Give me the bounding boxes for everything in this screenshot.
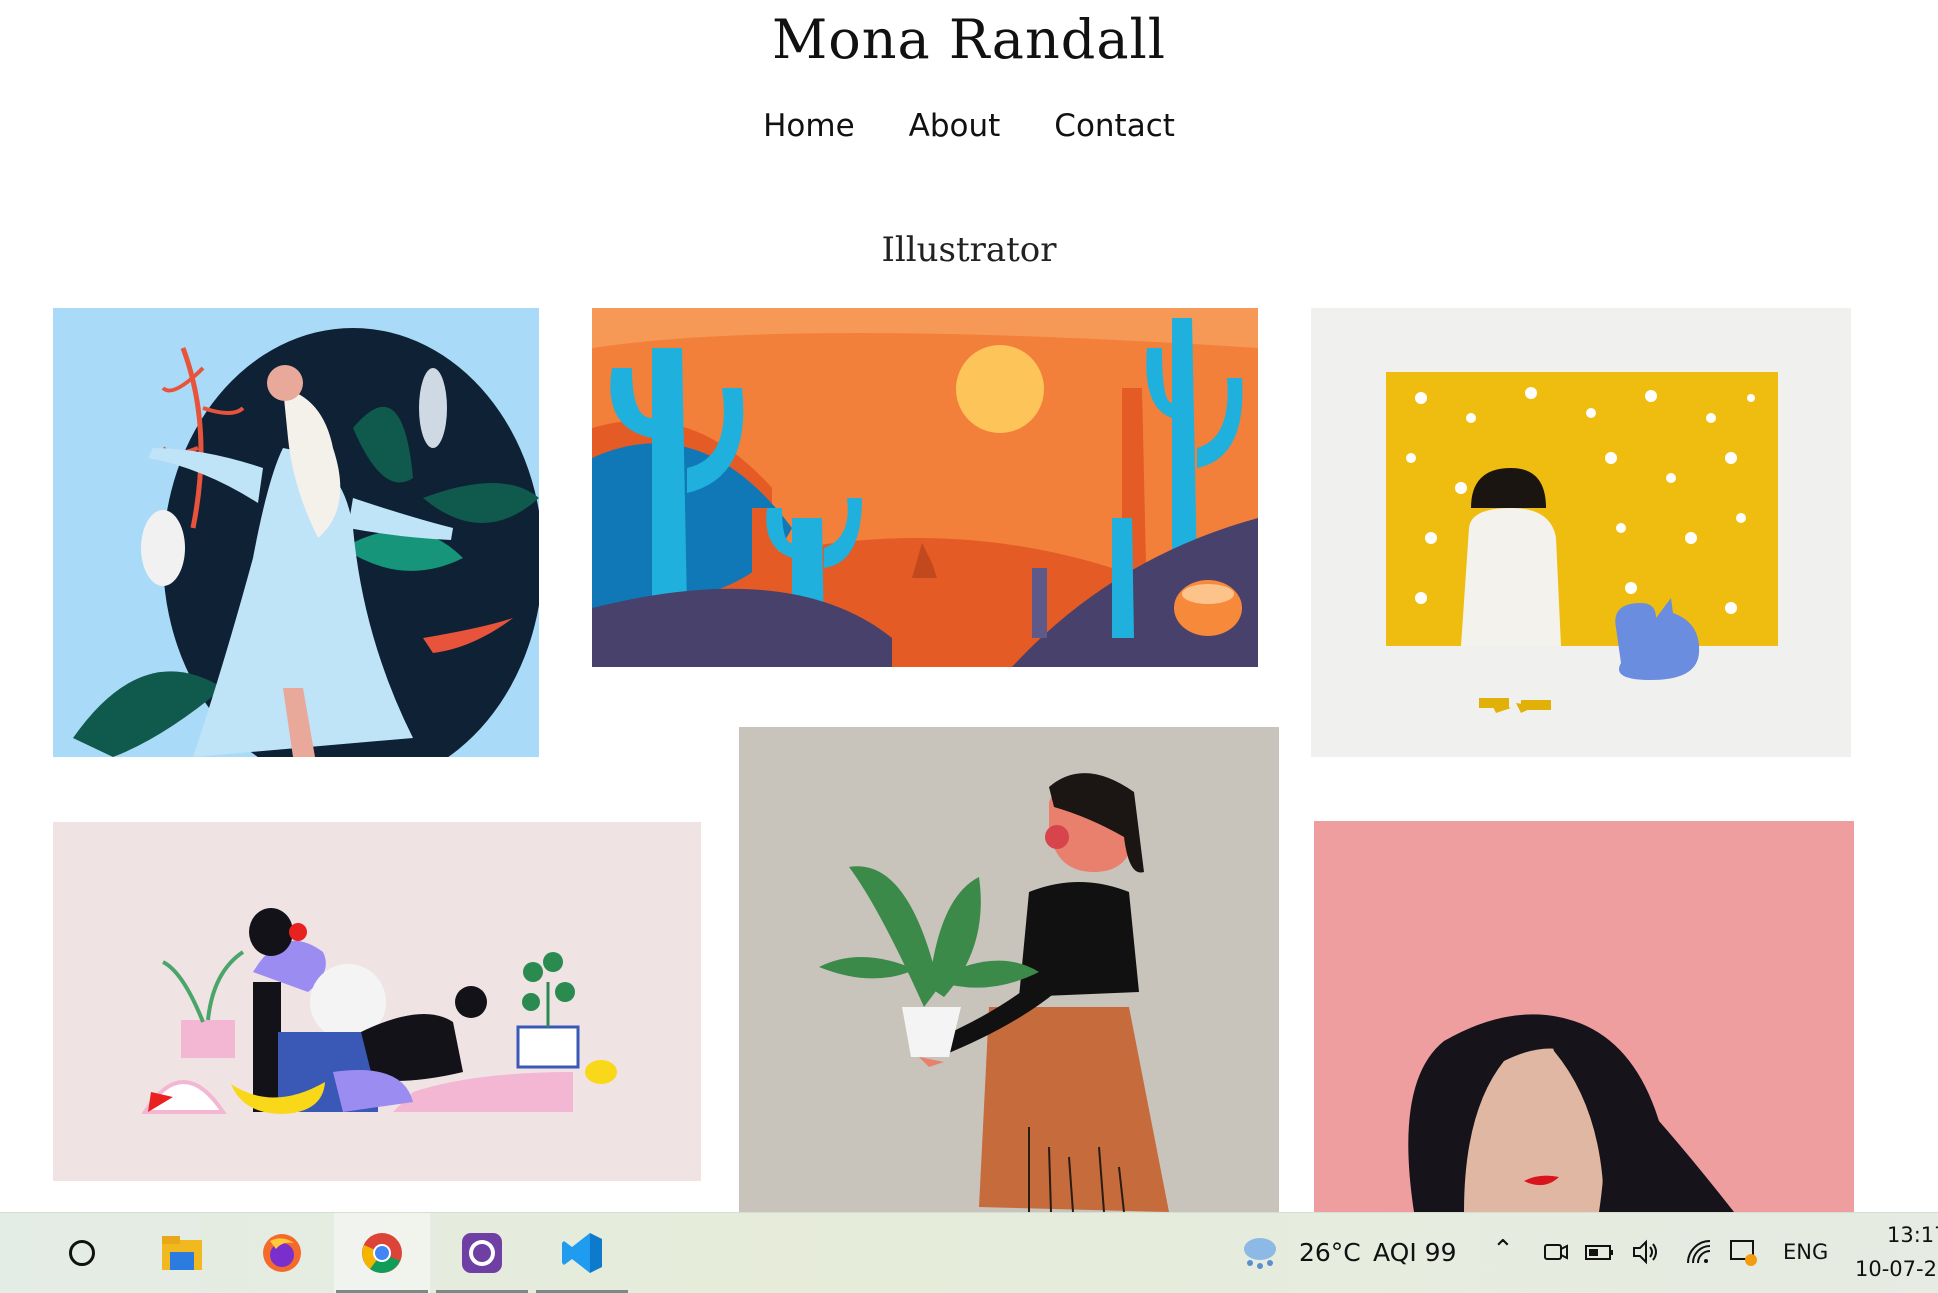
woman-portrait-pink-illustration[interactable] xyxy=(1314,821,1854,1212)
firefox-button[interactable] xyxy=(234,1213,330,1293)
chrome-icon xyxy=(362,1233,402,1273)
firefox-icon xyxy=(263,1234,301,1272)
github-desktop-button[interactable] xyxy=(434,1213,530,1293)
vscode-button[interactable] xyxy=(534,1213,630,1293)
network-alert-icon[interactable] xyxy=(1728,1237,1758,1267)
main-nav: Home About Contact xyxy=(0,108,1938,144)
file-explorer-icon xyxy=(162,1236,202,1270)
people-with-plants-illustration[interactable] xyxy=(53,822,701,1181)
battery-icon[interactable] xyxy=(1584,1237,1614,1267)
search-button[interactable] xyxy=(34,1213,130,1293)
vscode-icon xyxy=(562,1233,602,1273)
nav-contact-link[interactable]: Contact xyxy=(1054,108,1175,144)
page-subtitle: Illustrator xyxy=(881,230,1057,270)
camera-icon[interactable] xyxy=(1541,1237,1571,1267)
woman-holding-plant-illustration[interactable] xyxy=(739,727,1279,1212)
desert-cactus-sunset-illustration[interactable] xyxy=(592,308,1258,667)
clock-date[interactable]: 10-07-2 xyxy=(1855,1257,1937,1281)
clock-time[interactable]: 13:17 xyxy=(1887,1223,1938,1247)
chrome-button[interactable] xyxy=(334,1213,430,1293)
woman-dancing-leaves-illustration[interactable] xyxy=(53,308,539,757)
wifi-icon[interactable] xyxy=(1684,1237,1714,1267)
nav-about-link[interactable]: About xyxy=(909,108,1001,144)
chevron-up-icon[interactable]: ⌃ xyxy=(1492,1235,1514,1265)
nav-home-link[interactable]: Home xyxy=(763,108,855,144)
taskbar: 26°C AQI 99 ⌃ ENG 13:17 10-07-2 xyxy=(0,1212,1938,1293)
weather-temperature[interactable]: 26°C xyxy=(1299,1238,1361,1267)
github-desktop-icon xyxy=(462,1233,502,1273)
girl-with-cat-yellow-wall-illustration[interactable] xyxy=(1311,308,1851,757)
site-title: Mona Randall xyxy=(771,8,1167,71)
language-indicator[interactable]: ENG xyxy=(1783,1240,1828,1264)
file-explorer-button[interactable] xyxy=(134,1213,230,1293)
weather-icon xyxy=(1244,1238,1276,1269)
weather-aqi[interactable]: AQI 99 xyxy=(1373,1238,1456,1267)
volume-icon[interactable] xyxy=(1630,1237,1660,1267)
search-icon xyxy=(69,1240,95,1266)
